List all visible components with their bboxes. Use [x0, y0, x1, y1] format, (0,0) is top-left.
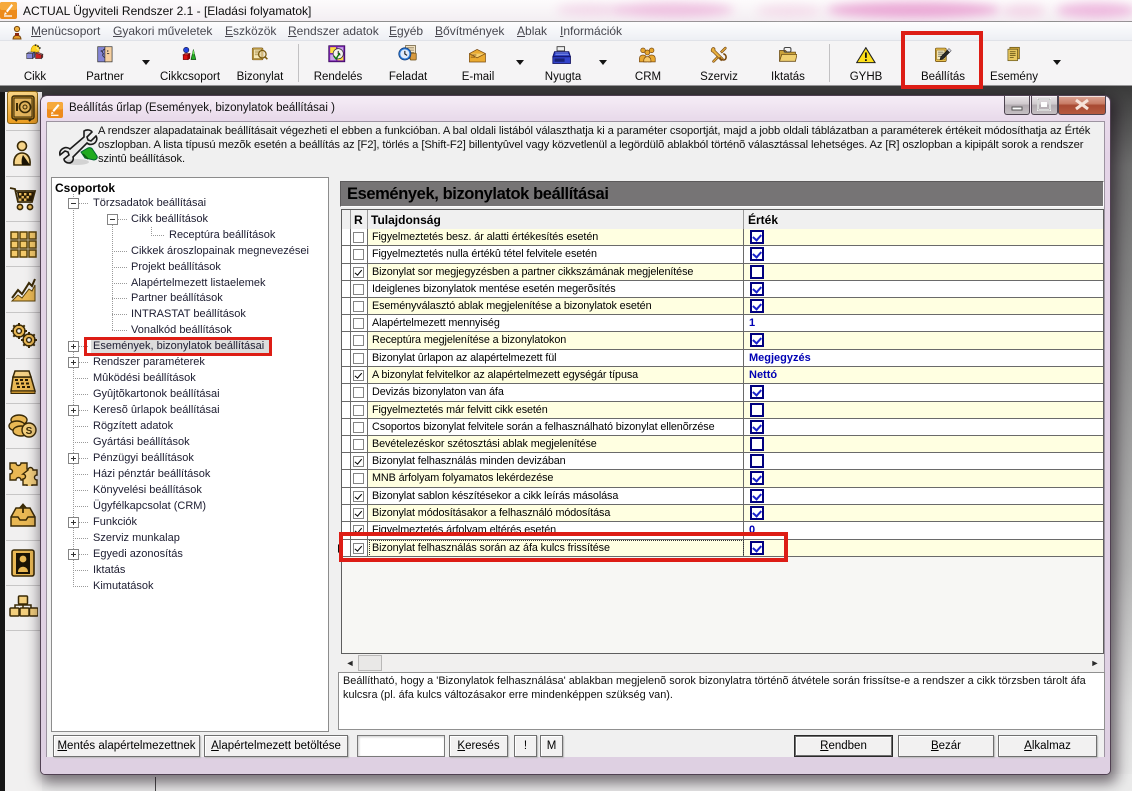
svg-text:S: S [26, 426, 33, 437]
